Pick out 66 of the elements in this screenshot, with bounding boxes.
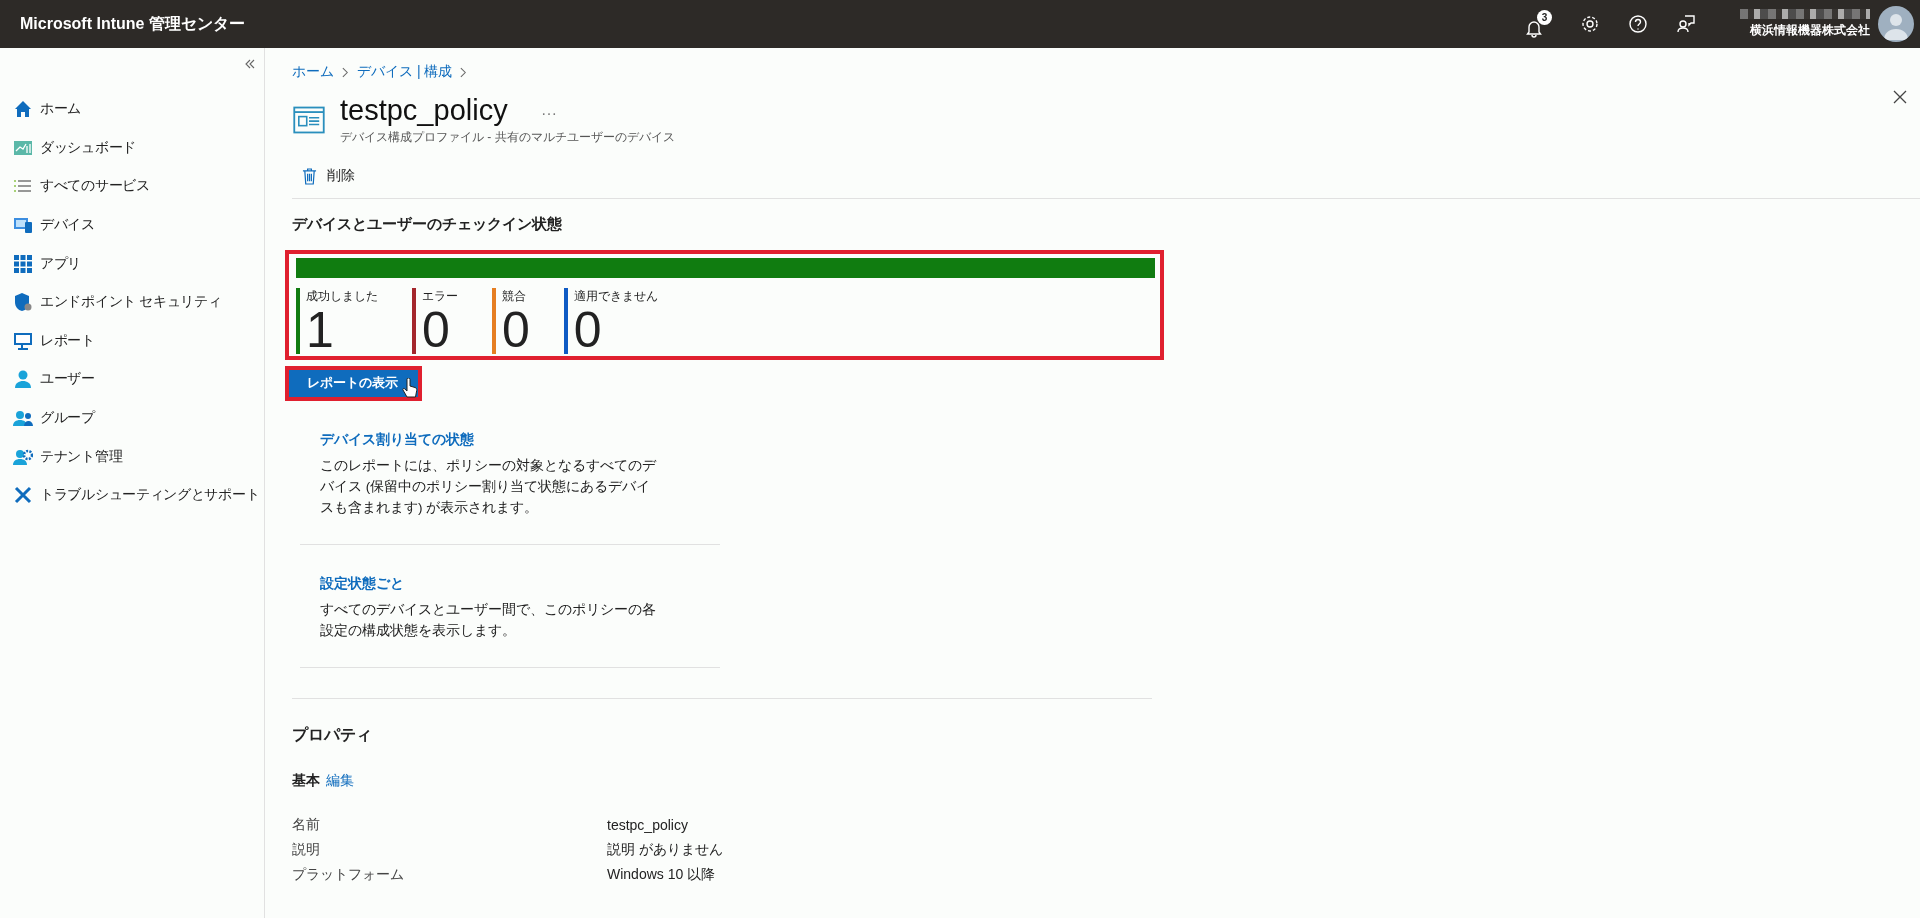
page-title: testpc_policy <box>340 94 508 127</box>
monitor-icon <box>13 330 33 351</box>
home-icon <box>13 99 33 120</box>
status-value: 0 <box>573 307 603 353</box>
notification-badge: 3 <box>1537 10 1552 25</box>
more-icon <box>541 111 556 116</box>
person-chat-icon <box>1676 14 1696 34</box>
breadcrumb-link[interactable]: デバイス | 構成 <box>357 63 453 81</box>
notifications-button[interactable]: 3 <box>1524 10 1552 38</box>
page-subtitle: デバイス構成プロファイル - 共有のマルチユーザーのデバイス <box>340 129 675 146</box>
sidebar-item[interactable]: デバイス <box>0 205 264 245</box>
breadcrumb-link[interactable]: ホーム <box>292 63 334 81</box>
section-label: 基本 <box>292 772 320 790</box>
sidebar-item[interactable]: アプリ <box>0 244 264 283</box>
sidebar-item[interactable]: ホーム <box>0 90 264 129</box>
settings-button[interactable] <box>1580 14 1600 34</box>
report-link[interactable]: 設定状態ごと <box>320 575 720 593</box>
report-link[interactable]: デバイス割り当ての状態 <box>320 431 720 449</box>
shield-icon <box>13 292 33 313</box>
property-value: 説明 がありません <box>607 840 723 859</box>
sidebar-item[interactable]: エンドポイント セキュリティ <box>0 282 264 322</box>
property-label: 名前 <box>292 815 321 834</box>
tenant-name: 横浜情報機器株式会社 <box>1750 22 1870 39</box>
tools-icon <box>13 485 33 506</box>
status-label: エラー <box>422 288 458 305</box>
bell-icon <box>1524 18 1544 38</box>
property-value: Windows 10 以降 <box>607 865 716 884</box>
property-label: 説明 <box>292 840 321 859</box>
user-icon <box>13 369 33 390</box>
status-label: 成功しました <box>306 288 378 305</box>
double-chevron-icon <box>244 58 256 70</box>
status-value: 1 <box>306 307 335 353</box>
close-icon <box>1893 90 1907 104</box>
devices-icon <box>13 215 33 236</box>
help-button[interactable] <box>1628 14 1648 34</box>
grid-icon <box>13 253 33 274</box>
app-title: Microsoft Intune 管理センター <box>20 13 246 34</box>
sidebar-item[interactable]: ユーザー <box>0 360 264 399</box>
sidebar-item[interactable]: レポート <box>0 321 264 361</box>
trash-icon <box>302 167 317 185</box>
section-heading: デバイスとユーザーのチェックイン状態 <box>292 215 563 234</box>
settings-icon <box>1580 14 1600 34</box>
hand-cursor-icon <box>402 378 418 398</box>
help-icon <box>1628 14 1648 34</box>
status-value: 0 <box>422 307 451 353</box>
status-label: 適用できません <box>573 288 658 305</box>
delete-button[interactable]: 削除 <box>302 167 355 185</box>
view-report-button[interactable]: レポートの表示 <box>289 370 418 397</box>
sidebar-item[interactable]: トラブルシューティングとサポート <box>0 475 264 515</box>
group-icon <box>13 408 33 429</box>
report-description: このレポートには、ポリシーの対象となるすべてのデバイス (保留中のポリシー割り当て状態にあるデバイスも含まれます) が表示されます。 <box>320 457 658 517</box>
sidebar-item[interactable]: ダッシュボード <box>0 128 264 168</box>
property-label: プラットフォーム <box>292 865 405 884</box>
sidebar-item[interactable]: グループ <box>0 398 264 438</box>
status-value: 0 <box>502 307 530 353</box>
sidebar-item[interactable]: すべてのサービス <box>0 167 264 206</box>
avatar[interactable] <box>1878 6 1914 42</box>
report-description: すべてのデバイスとユーザー間で、このポリシーの各設定の構成状態を表示します。 <box>320 601 657 640</box>
sidebar-item[interactable]: テナント管理 <box>0 437 264 476</box>
property-value: testpc_policy <box>607 816 688 833</box>
feedback-button[interactable] <box>1676 14 1696 34</box>
chevron-right-icon <box>342 66 349 78</box>
properties-heading: プロパティ <box>292 725 373 745</box>
chevron-right-icon <box>460 66 468 78</box>
edit-link[interactable]: 編集 <box>326 772 354 790</box>
status-label: 競合 <box>502 288 527 305</box>
